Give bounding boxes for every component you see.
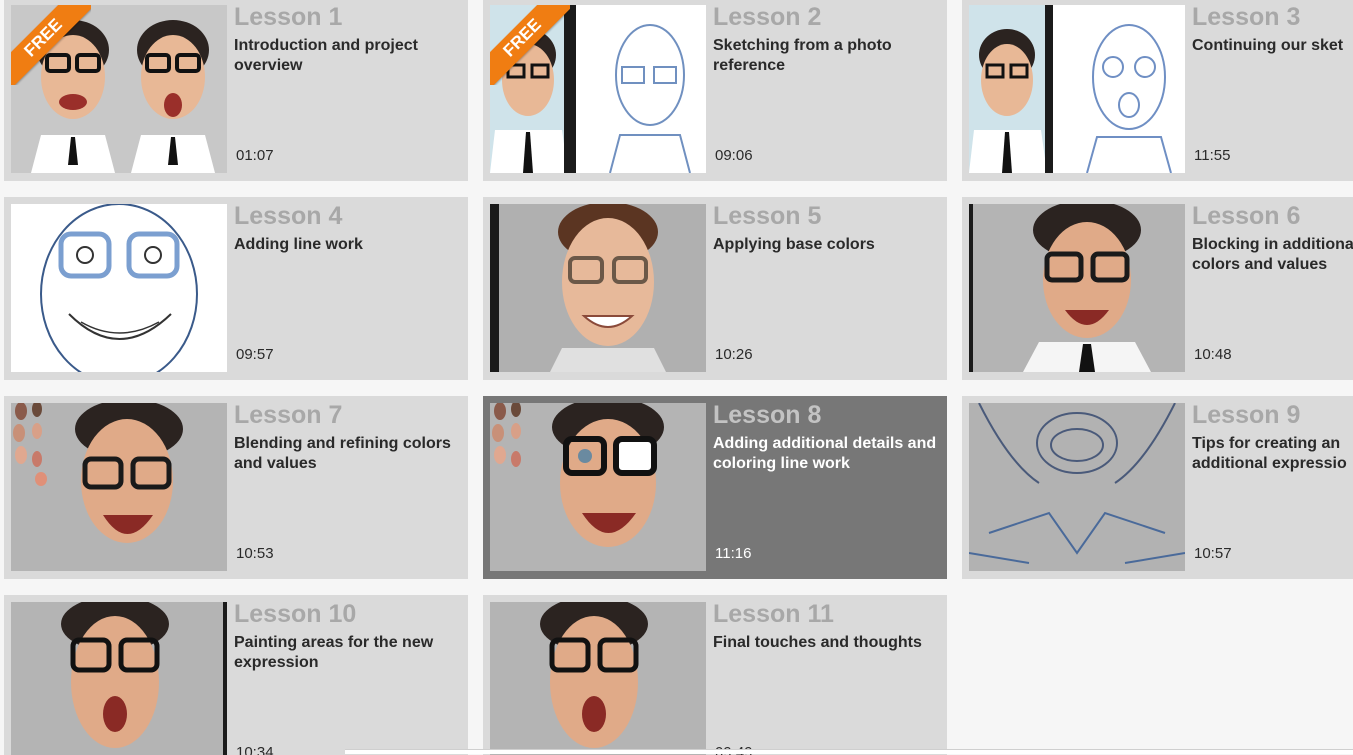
lesson-duration: 01:07 bbox=[236, 147, 274, 164]
lesson-card-10[interactable]: Lesson 10 Painting areas for the new exp… bbox=[4, 595, 468, 755]
lesson-thumbnail[interactable] bbox=[969, 403, 1185, 571]
lesson-title[interactable]: Continuing our sket bbox=[1192, 36, 1353, 56]
lesson-number: Lesson 5 bbox=[713, 202, 822, 230]
lesson-card-5[interactable]: Lesson 5 Applying base colors 10:26 bbox=[483, 197, 947, 380]
lesson-thumbnail[interactable] bbox=[11, 403, 227, 571]
lesson-thumbnail[interactable] bbox=[490, 602, 706, 755]
lesson-thumbnail[interactable] bbox=[490, 204, 706, 372]
lesson-number: Lesson 1 bbox=[234, 3, 343, 31]
lesson-thumbnail[interactable] bbox=[969, 5, 1185, 173]
lesson-card-4[interactable]: Lesson 4 Adding line work 09:57 bbox=[4, 197, 468, 380]
lesson-card-8[interactable]: Lesson 8 Adding additional details and c… bbox=[483, 396, 947, 579]
lesson-duration: 11:16 bbox=[715, 545, 752, 562]
page-bottom-edge bbox=[345, 749, 1353, 754]
lesson-duration: 11:55 bbox=[1194, 147, 1231, 164]
lesson-title[interactable]: Sketching from a photo reference bbox=[713, 36, 947, 76]
lesson-number: Lesson 4 bbox=[234, 202, 343, 230]
lesson-card-1[interactable]: FREE Lesson 1 Introduction and project o… bbox=[4, 0, 468, 181]
lesson-title[interactable]: Applying base colors bbox=[713, 235, 947, 255]
lesson-number: Lesson 10 bbox=[234, 600, 357, 628]
lesson-title[interactable]: Adding line work bbox=[234, 235, 468, 255]
lesson-title[interactable]: Painting areas for the new expression bbox=[234, 633, 468, 673]
lesson-duration: 10:48 bbox=[1194, 346, 1232, 363]
lesson-thumbnail[interactable]: FREE bbox=[490, 5, 706, 173]
lesson-number: Lesson 2 bbox=[713, 3, 822, 31]
lesson-thumbnail[interactable] bbox=[969, 204, 1185, 372]
lesson-number: Lesson 7 bbox=[234, 401, 343, 429]
lesson-title[interactable]: Final touches and thoughts bbox=[713, 633, 947, 653]
lesson-title[interactable]: Blending and refining colors and values bbox=[234, 434, 468, 474]
lesson-card-9[interactable]: Lesson 9 Tips for creating an additional… bbox=[962, 396, 1353, 579]
lesson-card-7[interactable]: Lesson 7 Blending and refining colors an… bbox=[4, 396, 468, 579]
lesson-duration: 10:34 bbox=[236, 744, 274, 755]
lesson-card-3[interactable]: Lesson 3 Continuing our sket 11:55 bbox=[962, 0, 1353, 181]
lesson-title[interactable]: Introduction and project overview bbox=[234, 36, 468, 76]
lesson-duration: 10:53 bbox=[236, 545, 274, 562]
lesson-duration: 10:26 bbox=[715, 346, 753, 363]
lesson-number: Lesson 3 bbox=[1192, 3, 1301, 31]
lesson-number: Lesson 6 bbox=[1192, 202, 1301, 230]
lesson-thumbnail[interactable] bbox=[490, 403, 706, 571]
lesson-number: Lesson 8 bbox=[713, 401, 822, 429]
lesson-thumbnail[interactable] bbox=[11, 602, 227, 755]
lesson-card-6[interactable]: Lesson 6 Blocking in additiona colors an… bbox=[962, 197, 1353, 380]
lesson-duration: 10:57 bbox=[1194, 545, 1232, 562]
lesson-duration: 09:57 bbox=[236, 346, 274, 363]
lesson-title[interactable]: Tips for creating an additional expressi… bbox=[1192, 434, 1353, 474]
lesson-title[interactable]: Blocking in additiona colors and values bbox=[1192, 235, 1353, 275]
lesson-thumbnail[interactable] bbox=[11, 204, 227, 372]
lesson-thumbnail[interactable]: FREE bbox=[11, 5, 227, 173]
lesson-duration: 09:06 bbox=[715, 147, 753, 164]
lesson-card-2[interactable]: FREE Lesson 2 Sketching from a photo ref… bbox=[483, 0, 947, 181]
lesson-title[interactable]: Adding additional details and coloring l… bbox=[713, 434, 947, 474]
lesson-number: Lesson 9 bbox=[1192, 401, 1301, 429]
lesson-card-11[interactable]: Lesson 11 Final touches and thoughts 09:… bbox=[483, 595, 947, 755]
lesson-number: Lesson 11 bbox=[713, 600, 834, 628]
